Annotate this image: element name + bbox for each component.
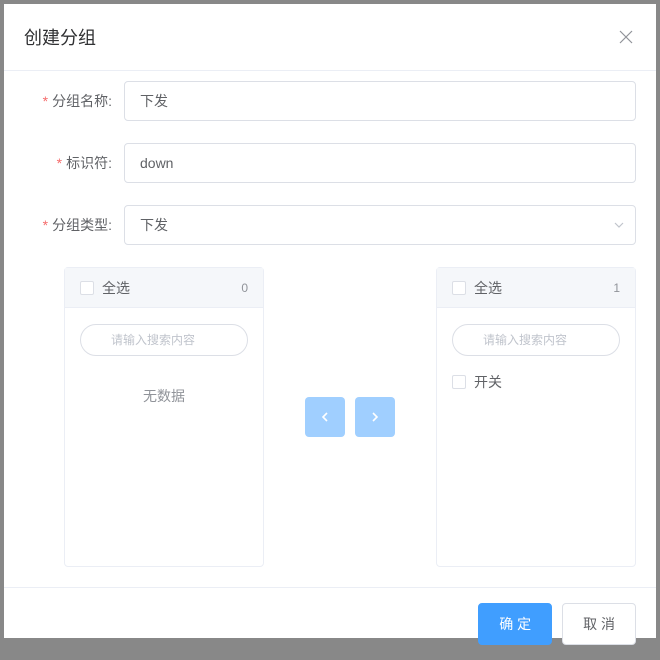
confirm-button[interactable]: 确 定: [478, 603, 552, 645]
close-button[interactable]: [616, 27, 636, 47]
transfer-to-left-button[interactable]: [305, 397, 345, 437]
list-item-label: 开关: [474, 372, 502, 392]
dialog-footer: 确 定 取 消: [4, 588, 656, 660]
checkbox-select-all-right[interactable]: [452, 281, 466, 295]
select-group-type-value: 下发: [140, 215, 168, 235]
chevron-down-icon: [613, 219, 625, 231]
form-item-group-name: *分组名称:: [24, 81, 636, 121]
form-item-group-type: *分组类型: 下发: [24, 205, 636, 245]
select-all-left-label: 全选: [102, 278, 130, 298]
transfer-left-search[interactable]: [80, 324, 248, 356]
transfer-right-body: 开关: [437, 308, 635, 566]
select-all-right-label: 全选: [474, 278, 502, 298]
transfer-buttons: [295, 397, 405, 437]
label-group-name: *分组名称:: [24, 91, 124, 111]
label-identifier: *标识符:: [24, 153, 124, 173]
chevron-right-icon: [369, 411, 381, 423]
cancel-button[interactable]: 取 消: [562, 603, 636, 645]
transfer-panel-left: 全选 0 无数据: [64, 267, 264, 567]
checkbox-select-all-left[interactable]: [80, 281, 94, 295]
transfer-to-right-button[interactable]: [355, 397, 395, 437]
transfer-right-count: 1: [613, 281, 620, 295]
transfer-left-empty: 无数据: [65, 366, 263, 406]
select-group-type[interactable]: 下发: [124, 205, 636, 245]
transfer-right-header: 全选 1: [437, 268, 635, 308]
dialog-title: 创建分组: [24, 24, 96, 50]
transfer-left-header: 全选 0: [65, 268, 263, 308]
transfer: 全选 0 无数据: [64, 267, 636, 567]
close-icon: [619, 30, 633, 44]
chevron-left-icon: [319, 411, 331, 423]
label-group-type: *分组类型:: [24, 215, 124, 235]
transfer-panel-right: 全选 1 开关: [436, 267, 636, 567]
dialog: 创建分组 *分组名称: *标识符: *分组类型: 下发: [4, 4, 656, 638]
input-group-name[interactable]: [124, 81, 636, 121]
transfer-left-body: 无数据: [65, 308, 263, 566]
input-identifier[interactable]: [124, 143, 636, 183]
dialog-body: *分组名称: *标识符: *分组类型: 下发: [4, 70, 656, 588]
list-item[interactable]: 开关: [437, 366, 635, 398]
dialog-header: 创建分组: [4, 4, 656, 70]
form-item-identifier: *标识符:: [24, 143, 636, 183]
transfer-left-count: 0: [241, 281, 248, 295]
transfer-right-search[interactable]: [452, 324, 620, 356]
checkbox-item[interactable]: [452, 375, 466, 389]
